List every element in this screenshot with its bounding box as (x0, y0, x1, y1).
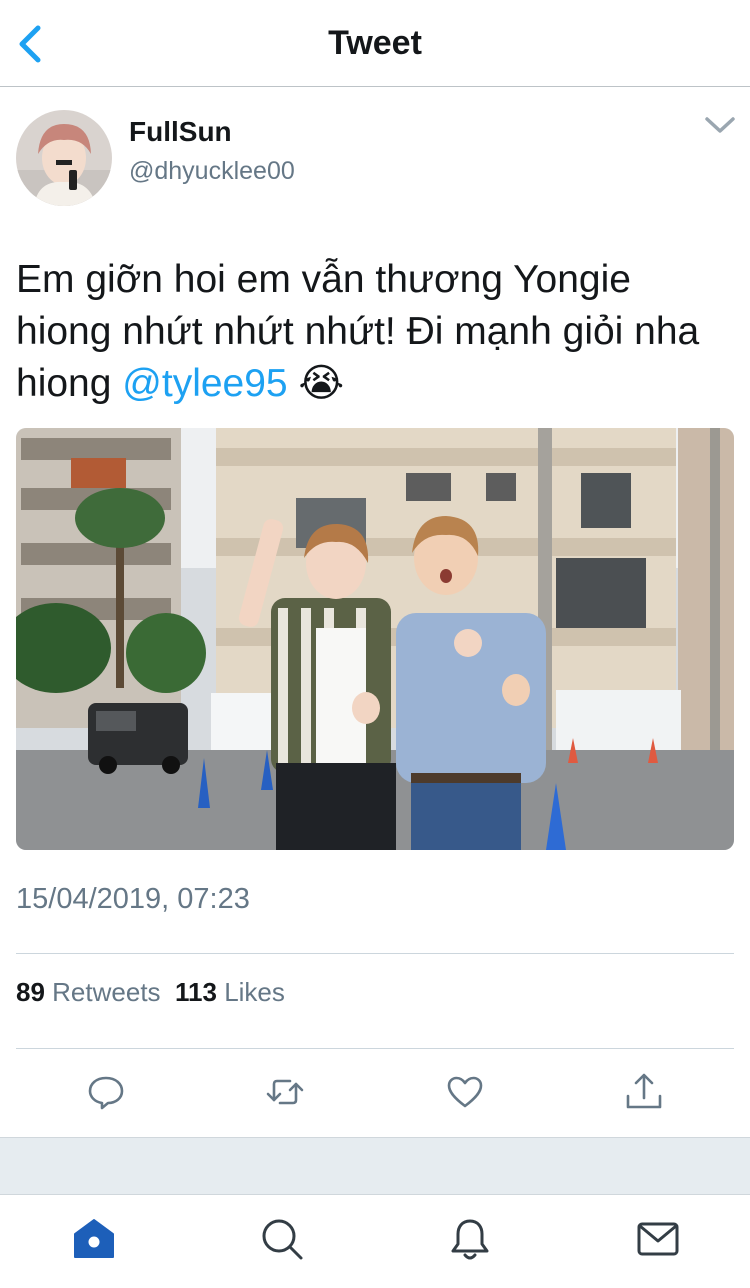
home-icon (74, 1219, 114, 1258)
avatar[interactable] (16, 110, 112, 206)
divider (16, 953, 734, 954)
tweet-header: FullSun @dhyucklee00 (0, 100, 750, 220)
tab-search[interactable] (258, 1215, 306, 1263)
tab-messages[interactable] (634, 1215, 682, 1263)
retweets-count: 89 (16, 977, 45, 1007)
reply-button[interactable] (84, 1070, 128, 1114)
likes-label: Likes (224, 977, 285, 1007)
search-icon (262, 1219, 303, 1260)
display-name[interactable]: FullSun (129, 116, 232, 148)
tab-notifications[interactable] (446, 1215, 494, 1263)
crying-emoji: 😭 (298, 362, 345, 405)
retweet-icon (266, 1079, 304, 1105)
tweet-photo[interactable] (16, 428, 734, 850)
tweet-timestamp: 15/04/2019, 07:23 (16, 883, 250, 915)
nav-bar: Tweet (0, 0, 750, 87)
likes-count: 113 (175, 977, 217, 1007)
share-button[interactable] (622, 1070, 666, 1114)
heart-icon (447, 1076, 483, 1108)
page-title: Tweet (328, 24, 422, 62)
bell-icon (451, 1219, 489, 1260)
divider (16, 1048, 734, 1049)
like-button[interactable] (443, 1070, 487, 1114)
likes-stat[interactable]: 113 Likes (175, 977, 285, 1007)
tweet-text-body: Em giỡn hoi em vẫn thương Yongie hiong n… (16, 258, 700, 405)
retweets-label: Retweets (52, 977, 161, 1007)
mention-link[interactable]: @tylee95 (122, 362, 287, 405)
mail-icon (637, 1222, 679, 1256)
section-gap (0, 1137, 750, 1195)
tweet-text: Em giỡn hoi em vẫn thương Yongie hiong n… (16, 254, 736, 410)
share-icon (626, 1073, 662, 1109)
tweet-menu-button[interactable] (702, 112, 738, 140)
retweets-stat[interactable]: 89 Retweets (16, 977, 161, 1007)
tab-bar (0, 1195, 750, 1288)
reply-icon (88, 1076, 124, 1110)
chevron-down-icon (705, 117, 735, 133)
tab-home[interactable] (70, 1215, 118, 1263)
tweet-stats: 89 Retweets 113 Likes (16, 977, 285, 1008)
retweet-button[interactable] (263, 1070, 307, 1114)
username[interactable]: @dhyucklee00 (129, 157, 295, 186)
